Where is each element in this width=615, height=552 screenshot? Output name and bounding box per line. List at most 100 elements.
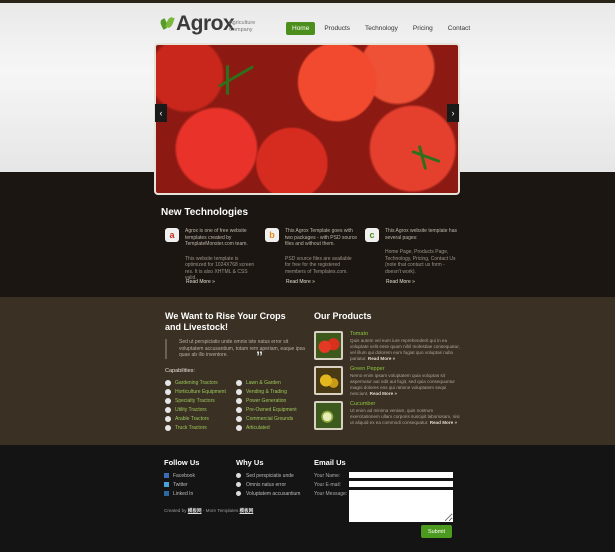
capability-item[interactable]: Horticulture Equipment xyxy=(165,387,226,396)
linkedin-link[interactable]: Linked In xyxy=(164,489,195,498)
message-field[interactable] xyxy=(349,490,453,522)
capability-label: Arable Tractors xyxy=(175,415,209,422)
nav-technology[interactable]: Technology xyxy=(359,22,404,35)
capability-label: Horticulture Equipment xyxy=(175,388,226,395)
copyright-link[interactable]: 模板网 xyxy=(188,508,202,513)
email-title: Email Us xyxy=(314,458,346,467)
why-item[interactable]: Sed perspiciatis unde xyxy=(236,471,300,480)
twitter-icon xyxy=(164,482,169,487)
follow-list: Facebook Twitter Linked In xyxy=(164,471,195,498)
capability-item[interactable]: Commercial Grounds xyxy=(236,414,297,423)
submit-button[interactable]: Submit xyxy=(421,525,452,538)
twitter-link[interactable]: Twitter xyxy=(164,480,195,489)
capability-item[interactable]: Arable Tractors xyxy=(165,414,226,423)
why-label: Sed perspiciatis unde xyxy=(246,472,294,479)
capability-label: Truck Tractors xyxy=(175,424,207,431)
follow-label: Twitter xyxy=(173,481,188,488)
logo-tagline: Agriculture Company xyxy=(229,20,256,33)
product-item: Tomato Quis autem vel eum iure reprehend… xyxy=(314,331,464,363)
copyright-link[interactable]: 模板网 xyxy=(240,508,254,513)
banner-prev-arrow[interactable]: ‹ xyxy=(155,104,167,122)
capability-label: Power Generation xyxy=(246,397,287,404)
follow-label: Linked In xyxy=(173,490,194,497)
name-field[interactable] xyxy=(349,472,453,478)
capability-item[interactable]: Truck Tractors xyxy=(165,423,226,432)
leaf-icon xyxy=(159,15,175,33)
capability-label: Pre-Owned Equipment xyxy=(246,406,297,413)
email-field[interactable] xyxy=(349,481,453,487)
product-name[interactable]: Cucumber xyxy=(350,401,375,407)
technologies-title: New Technologies xyxy=(161,207,249,218)
bullet-icon xyxy=(236,379,242,386)
capability-item[interactable]: Lawn & Garden xyxy=(236,378,297,387)
bullet-icon xyxy=(165,388,171,395)
why-label: Voluptatem accusantium xyxy=(246,490,301,497)
capabilities-list-right: Lawn & Garden Vending & Trading Power Ge… xyxy=(236,378,297,432)
crops-title-line1: We Want to Rise Your Crops xyxy=(165,311,286,321)
read-more-link[interactable]: Read More » xyxy=(186,279,215,285)
read-more-link[interactable]: Read More » xyxy=(370,391,397,396)
capability-item[interactable]: Articulated xyxy=(236,423,297,432)
bullet-icon xyxy=(236,388,242,395)
capability-label: Specialty Tractors xyxy=(175,397,215,404)
banner-next-arrow[interactable]: › xyxy=(447,104,459,122)
nav-products[interactable]: Products xyxy=(318,22,356,35)
nav-pricing[interactable]: Pricing xyxy=(407,22,439,35)
bullet-icon xyxy=(236,491,241,496)
bullet-icon xyxy=(165,397,171,404)
cucumber-image[interactable] xyxy=(314,401,343,430)
why-list: Sed perspiciatis unde Omnis natus error … xyxy=(236,471,300,498)
why-item[interactable]: Voluptatem accusantium xyxy=(236,489,300,498)
capability-item[interactable]: Power Generation xyxy=(236,396,297,405)
footer-background xyxy=(0,445,615,552)
logo[interactable]: Agrox xyxy=(159,12,235,36)
letter-c-icon: c xyxy=(365,228,379,242)
copyright-prefix: Created by xyxy=(164,508,187,513)
product-desc: Nemo enim ipsam voluptatem quia voluptas… xyxy=(350,373,462,397)
banner-image xyxy=(154,43,460,195)
linkedin-icon xyxy=(164,491,169,496)
facebook-link[interactable]: Facebook xyxy=(164,471,195,480)
bullet-icon xyxy=(165,379,171,386)
capability-item[interactable]: Utility Tractors xyxy=(165,405,226,414)
letter-b-icon: b xyxy=(265,228,279,242)
nav-contact[interactable]: Contact xyxy=(442,22,476,35)
read-more-link[interactable]: Read More » xyxy=(430,420,457,425)
bullet-icon xyxy=(165,406,171,413)
tech-text: Agrox is one of free website templates c… xyxy=(185,228,248,247)
why-title: Why Us xyxy=(236,458,264,467)
tech-text: This Agrox website template has several … xyxy=(385,228,457,241)
product-name[interactable]: Green Pepper xyxy=(350,366,385,372)
bullet-icon xyxy=(236,415,242,422)
product-name[interactable]: Tomato xyxy=(350,331,368,337)
capability-label: Utility Tractors xyxy=(175,406,207,413)
tomato-image[interactable] xyxy=(314,331,343,360)
capability-item[interactable]: Gardening Tractors xyxy=(165,378,226,387)
capability-item[interactable]: Specialty Tractors xyxy=(165,396,226,405)
email-label: Your E-mail: xyxy=(314,482,342,488)
letter-a-icon: a xyxy=(165,228,179,242)
green-pepper-image[interactable] xyxy=(314,366,343,395)
capability-item[interactable]: Pre-Owned Equipment xyxy=(236,405,297,414)
main-nav: Home Products Technology Pricing Contact xyxy=(286,22,479,35)
nav-home[interactable]: Home xyxy=(286,22,316,35)
name-label: Your Name: xyxy=(314,473,341,479)
message-label: Your Message: xyxy=(314,491,348,497)
read-more-link[interactable]: Read More » xyxy=(368,356,395,361)
bullet-icon xyxy=(165,415,171,422)
read-more-link[interactable]: Read More » xyxy=(386,279,415,285)
why-item[interactable]: Omnis natus error xyxy=(236,480,300,489)
crops-title: We Want to Rise Your Crops and Livestock… xyxy=(165,311,286,333)
follow-title: Follow Us xyxy=(164,458,200,467)
tech-item: a Agrox is one of free website templates… xyxy=(165,228,258,282)
follow-label: Facebook xyxy=(173,472,195,479)
tech-text-secondary: This website template is optimized for 1… xyxy=(185,255,255,282)
facebook-icon xyxy=(164,473,169,478)
tech-item: c This Agrox website template has severa… xyxy=(365,228,458,275)
read-more-link[interactable]: Read More » xyxy=(286,279,315,285)
tech-text: This Agrox Template goes with two packag… xyxy=(285,228,357,247)
close-quote-icon: ” xyxy=(256,348,263,364)
bullet-icon xyxy=(165,424,171,431)
capability-item[interactable]: Vending & Trading xyxy=(236,387,297,396)
crops-quote: Sed ut perspiciatis unde omnis iste natu… xyxy=(165,339,308,359)
